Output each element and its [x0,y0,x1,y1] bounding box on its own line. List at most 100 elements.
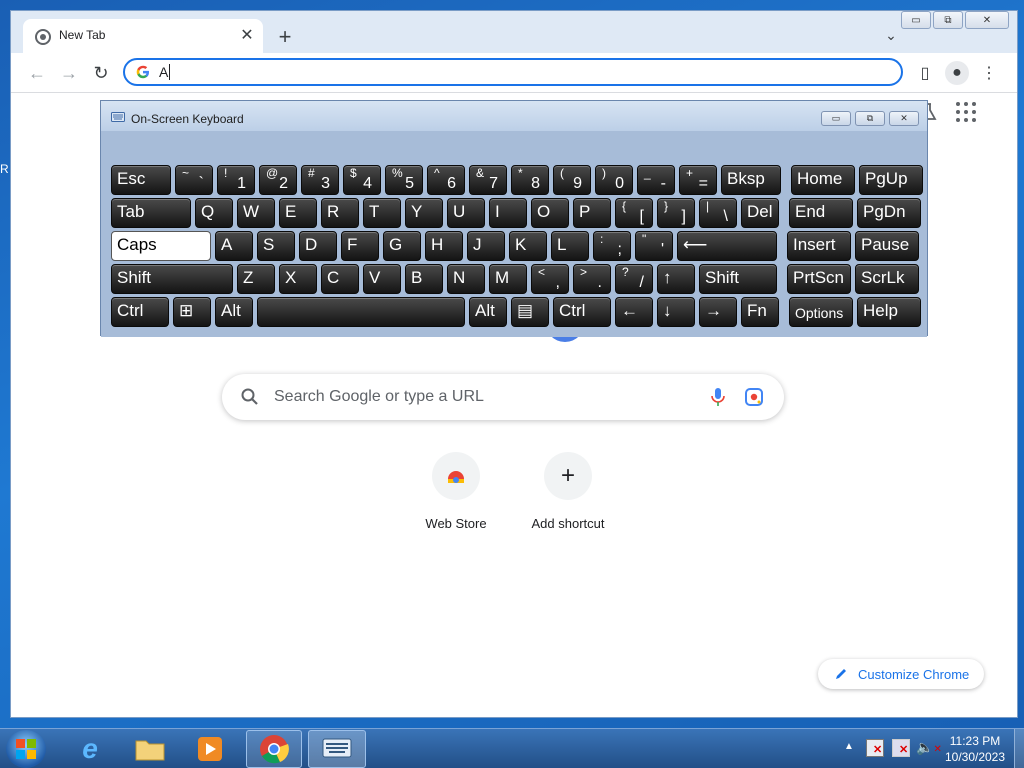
key-semicolon[interactable]: :; [593,231,631,261]
key-enter[interactable]: ⟵ [677,231,777,261]
minimize-button[interactable]: ▭ [901,11,931,29]
address-bar[interactable]: A [123,58,903,86]
show-desktop-button[interactable] [1014,729,1024,768]
clock[interactable]: 11:23 PM 10/30/2023 [940,733,1010,765]
taskbar-chrome-button[interactable] [246,730,302,768]
key-q[interactable]: Q [195,198,233,228]
key-comma[interactable]: <, [531,264,569,294]
key-ralt[interactable]: Alt [469,297,507,327]
key-down[interactable]: ↓ [657,297,695,327]
tab-search-chevron-icon[interactable]: ⌄ [881,25,901,45]
key-pause[interactable]: Pause [855,231,919,261]
taskbar-explorer-button[interactable] [128,731,172,767]
tab-close-icon[interactable]: ✕ [237,25,257,45]
key-j[interactable]: J [467,231,505,261]
key-2[interactable]: @2 [259,165,297,195]
key-d[interactable]: D [299,231,337,261]
key-m[interactable]: M [489,264,527,294]
key-home[interactable]: Home [791,165,855,195]
google-apps-grid-icon[interactable] [954,100,978,124]
key-minus[interactable]: _ - [637,165,675,195]
ntp-search-box[interactable]: Search Google or type a URL [222,374,784,420]
key-prtscn[interactable]: PrtScn [787,264,851,294]
key-0[interactable]: ) 0 [595,165,633,195]
key-pgdn[interactable]: PgDn [857,198,921,228]
key-rctrl[interactable]: Ctrl [553,297,611,327]
osk-titlebar[interactable]: On-Screen Keyboard ▭ ⧉ ✕ [101,101,927,131]
key-z[interactable]: Z [237,264,275,294]
key-t[interactable]: T [363,198,401,228]
key-lbracket[interactable]: {[ [615,198,653,228]
key-rshift[interactable]: Shift [699,264,777,294]
key-period[interactable]: >. [573,264,611,294]
osk-close-button[interactable]: ✕ [889,111,919,126]
start-button[interactable] [6,730,46,768]
key-space[interactable] [257,297,465,327]
key-rbracket[interactable]: }] [657,198,695,228]
key-scrlk[interactable]: ScrLk [855,264,919,294]
key-k[interactable]: K [509,231,547,261]
key-lshift[interactable]: Shift [111,264,233,294]
key-tilde[interactable]: ~ ` [175,165,213,195]
close-button[interactable]: ✕ [965,11,1009,29]
taskbar-ie-button[interactable]: e [68,731,112,767]
action-center-icon[interactable]: ✕ [866,739,884,757]
key-l[interactable]: L [551,231,589,261]
network-icon[interactable]: ✕ [892,739,910,757]
key-9[interactable]: (9 [553,165,591,195]
key-end[interactable]: End [789,198,853,228]
key-quote[interactable]: " ' [635,231,673,261]
menu-kebab-icon[interactable]: ⋮ [977,61,1001,85]
key-w[interactable]: W [237,198,275,228]
shortcut-web-store[interactable]: Web Store [400,452,512,531]
back-arrow-icon[interactable]: ← [25,61,49,85]
key-x[interactable]: X [279,264,317,294]
key-u[interactable]: U [447,198,485,228]
key-n[interactable]: N [447,264,485,294]
key-tab[interactable]: Tab [111,198,191,228]
shortcut-add[interactable]: + Add shortcut [512,452,624,531]
key-c[interactable]: C [321,264,359,294]
key-caps[interactable]: Caps [111,231,211,261]
customize-chrome-button[interactable]: Customize Chrome [818,659,984,689]
key-equals[interactable]: + = [679,165,717,195]
key-7[interactable]: & 7 [469,165,507,195]
key-options[interactable]: Options [789,297,853,327]
key-help[interactable]: Help [857,297,921,327]
key-pgup[interactable]: PgUp [859,165,923,195]
taskbar-osk-button[interactable] [308,730,366,768]
volume-muted-icon[interactable]: 🔈✕ [916,739,942,756]
forward-arrow-icon[interactable]: → [57,61,81,85]
key-right[interactable]: → [699,297,737,327]
key-4[interactable]: $4 [343,165,381,195]
key-insert[interactable]: Insert [787,231,851,261]
microphone-icon[interactable] [708,386,728,408]
key-v[interactable]: V [363,264,401,294]
key-up[interactable]: ↑ [657,264,695,294]
key-g[interactable]: G [383,231,421,261]
side-panel-icon[interactable]: ▯ [913,61,937,85]
key-slash[interactable]: ? / [615,264,653,294]
osk-maximize-button[interactable]: ⧉ [855,111,885,126]
key-e[interactable]: E [279,198,317,228]
show-hidden-icons[interactable]: ▲ [844,741,854,752]
reload-icon[interactable]: ↻ [89,61,113,85]
key-b[interactable]: B [405,264,443,294]
key-8[interactable]: * 8 [511,165,549,195]
taskbar-media-player-button[interactable] [188,731,232,767]
key-lalt[interactable]: Alt [215,297,253,327]
key-left[interactable]: ← [615,297,653,327]
new-tab-button[interactable]: + [273,24,297,49]
key-f[interactable]: F [341,231,379,261]
key-win[interactable]: ⊞ [173,297,211,327]
key-y[interactable]: Y [405,198,443,228]
key-esc[interactable]: Esc [111,165,171,195]
key-h[interactable]: H [425,231,463,261]
key-i[interactable]: I [489,198,527,228]
key-1[interactable]: ! 1 [217,165,255,195]
key-a[interactable]: A [215,231,253,261]
key-menu[interactable]: ▤ [511,297,549,327]
key-lctrl[interactable]: Ctrl [111,297,169,327]
key-r[interactable]: R [321,198,359,228]
maximize-button[interactable]: ⧉ [933,11,963,29]
